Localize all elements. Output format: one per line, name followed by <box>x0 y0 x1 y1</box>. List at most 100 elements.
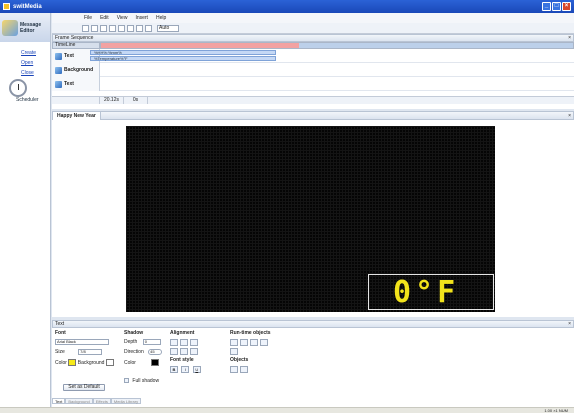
track-row[interactable]: Background <box>52 63 574 77</box>
sequence-footer: 20.12s 0s <box>52 96 574 104</box>
tab-media-library[interactable]: Media Library <box>110 398 142 404</box>
menu-edit[interactable]: Edit <box>100 15 109 21</box>
current-time: 0s <box>124 97 148 104</box>
time-object-icon[interactable] <box>230 339 238 346</box>
play-icon[interactable] <box>127 24 134 32</box>
variable-object-icon[interactable] <box>230 348 238 355</box>
timeline-label: TimeLine <box>52 42 100 49</box>
scheduler-label: Scheduler <box>16 97 39 103</box>
temperature-object-icon[interactable] <box>250 339 258 346</box>
zoom-select[interactable]: Auto <box>157 24 179 32</box>
minimize-button[interactable]: _ <box>542 2 551 11</box>
background-color-swatch[interactable] <box>105 359 114 366</box>
redo-icon[interactable] <box>109 24 116 32</box>
panel-close-icon[interactable]: × <box>568 35 571 41</box>
text-object-frame[interactable]: 0°F <box>368 274 494 310</box>
objects-title: Objects <box>230 357 249 363</box>
clock-icon <box>9 79 27 97</box>
date-object-icon[interactable] <box>240 339 248 346</box>
new-icon[interactable] <box>82 24 89 32</box>
menu-view[interactable]: View <box>117 15 128 21</box>
background-label: Background <box>77 359 105 366</box>
runtime-objects-group: Run-time objects Objects <box>230 330 290 373</box>
nav-link-close[interactable]: Close <box>0 68 50 78</box>
tab-close-icon[interactable]: × <box>568 113 571 119</box>
frame-sequence-title: Frame Sequence × <box>52 34 574 42</box>
align-left-icon[interactable] <box>170 339 178 346</box>
counter-object-icon[interactable] <box>260 339 268 346</box>
preview-icon[interactable] <box>145 24 152 32</box>
led-sign-preview[interactable]: 0°F <box>126 126 495 312</box>
message-editor-icon <box>2 19 18 36</box>
set-as-default-button[interactable]: Set as Default <box>63 384 105 391</box>
full-shadow-checkbox[interactable] <box>124 378 129 384</box>
track-row[interactable]: Text <box>52 77 574 91</box>
shadow-group: Shadow Depth 0 Direction 45 Color Full s… <box>124 330 174 384</box>
shadow-direction-dial[interactable]: 45 <box>148 349 163 355</box>
window-title: switMedia <box>13 3 42 10</box>
background-track-icon <box>55 66 62 74</box>
tab-background[interactable]: Background <box>65 398 93 404</box>
window-controls: _ □ × <box>542 2 571 11</box>
size-label: Size <box>55 349 65 355</box>
stop-icon[interactable] <box>136 24 143 32</box>
frame-sequence-panel: Frame Sequence × TimeLine Text %HH%:%mm%… <box>52 34 574 109</box>
alignment-group: Alignment Font style B I U <box>170 330 230 373</box>
app-window: switMedia _ □ × Message Editor Create Op… <box>0 0 574 413</box>
left-navigation: Message Editor Create Open Close Schedul… <box>0 13 51 407</box>
font-size-select[interactable]: 7/8 <box>78 349 103 355</box>
shadow-color-label: Color <box>124 359 136 366</box>
undo-icon[interactable] <box>100 24 107 32</box>
tab-text[interactable]: Text <box>52 398 66 404</box>
timeline-clip[interactable]: %Temperature%°F <box>90 56 276 61</box>
bold-button[interactable]: B <box>170 366 178 373</box>
text-track-icon <box>55 52 62 60</box>
text-properties-panel: Text × Font Arial Black Size 7/8 Color B… <box>52 320 574 407</box>
align-middle-icon[interactable] <box>180 348 188 355</box>
italic-button[interactable]: I <box>181 366 190 373</box>
image-object-icon[interactable] <box>230 366 238 373</box>
status-right-text: 1.00 ×1 NUM <box>544 408 568 413</box>
font-name-select[interactable]: Arial Black <box>55 339 109 345</box>
frame-sequence-title-text: Frame Sequence <box>55 35 94 41</box>
font-style-title: Font style <box>170 357 194 363</box>
menu-bar: File Edit View Insert Help <box>52 13 574 23</box>
shadow-depth-field[interactable]: 0 <box>142 339 161 345</box>
menu-file[interactable]: File <box>84 15 92 21</box>
align-bottom-icon[interactable] <box>190 348 198 355</box>
font-color-swatch[interactable] <box>68 359 77 366</box>
menu-insert[interactable]: Insert <box>135 15 148 21</box>
text-panel-title: Text × <box>52 320 574 328</box>
timeline-clip[interactable]: %HH%:%mm% <box>90 50 276 55</box>
scheduler-nav-item[interactable]: Scheduler <box>2 79 50 109</box>
track-name: Text <box>64 53 74 59</box>
align-center-icon[interactable] <box>180 339 188 346</box>
bottom-tab-bar: Text Background Effects Media Library <box>52 398 142 404</box>
align-right-icon[interactable] <box>190 339 198 346</box>
font-group-title: Font <box>55 330 66 336</box>
cut-icon[interactable] <box>118 24 125 32</box>
align-top-icon[interactable] <box>170 348 178 355</box>
text-object-icon[interactable] <box>240 366 248 373</box>
underline-button[interactable]: U <box>192 366 201 373</box>
document-tab-bar: Happy New Year × <box>52 111 574 120</box>
font-group: Font Arial Black Size 7/8 Color Backgrou… <box>55 330 125 391</box>
nav-link-create[interactable]: Create <box>0 48 50 58</box>
menu-help[interactable]: Help <box>156 15 166 21</box>
title-bar: switMedia _ □ × <box>0 0 574 13</box>
preview-panel: Happy New Year × 0°F <box>52 111 574 317</box>
nav-header-message-editor[interactable]: Message Editor <box>0 13 50 42</box>
shadow-color-swatch[interactable] <box>151 359 160 366</box>
document-tab[interactable]: Happy New Year <box>53 112 101 120</box>
save-icon[interactable] <box>91 24 98 32</box>
tab-effects[interactable]: Effects <box>92 398 111 404</box>
direction-label: Direction <box>124 349 144 355</box>
track-row[interactable]: Text %HH%:%mm% %Temperature%°F <box>52 49 574 63</box>
panel-close-icon[interactable]: × <box>568 321 571 327</box>
alignment-group-title: Alignment <box>170 330 195 336</box>
nav-link-open[interactable]: Open <box>0 58 50 68</box>
track-name: Text <box>64 81 74 87</box>
timeline-ruler[interactable] <box>100 42 574 49</box>
close-window-button[interactable]: × <box>562 2 571 11</box>
maximize-button[interactable]: □ <box>552 2 561 11</box>
